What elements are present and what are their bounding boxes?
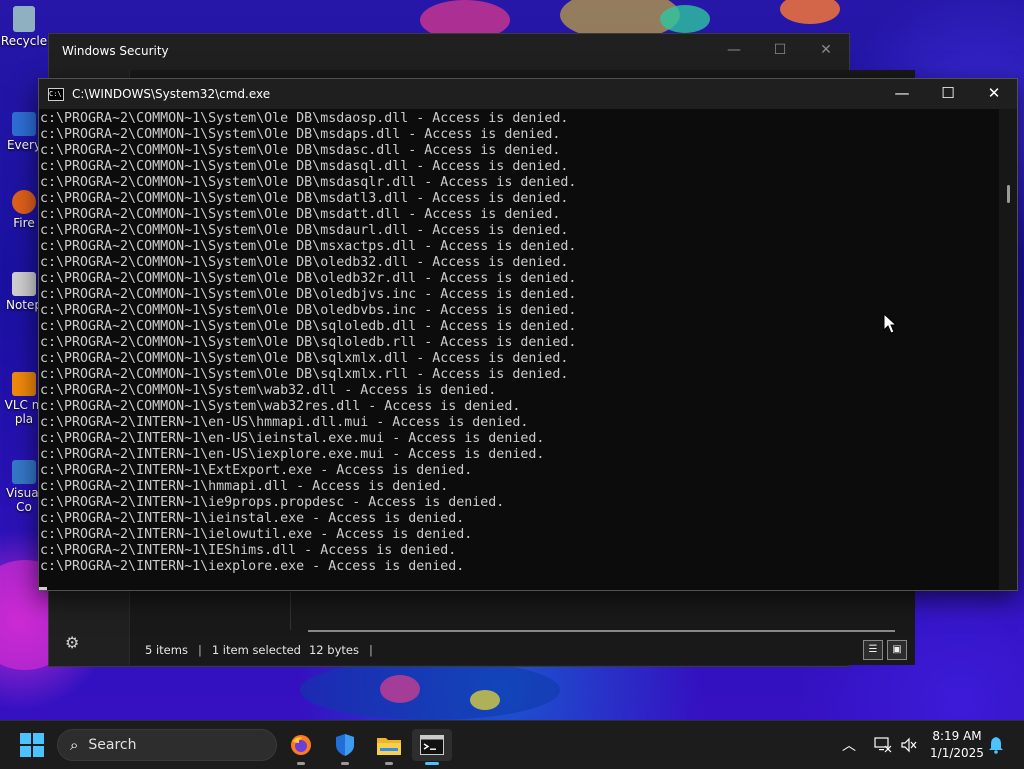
recycle-bin-icon	[13, 6, 35, 32]
console-line: c:\PROGRA~2\COMMON~1\System\Ole DB\msdas…	[40, 143, 561, 158]
windows-logo-icon	[20, 733, 31, 744]
wallpaper-splash	[470, 690, 500, 710]
tiles-view-button[interactable]: ▣	[887, 640, 907, 660]
cursor-underline	[39, 587, 47, 590]
chevron-up-icon: ︿	[842, 738, 856, 754]
cmd-titlebar[interactable]: C:\ C:\WINDOWS\System32\cmd.exe — ☐ ✕	[39, 79, 1017, 109]
cmd-window-title: C:\WINDOWS\System32\cmd.exe	[72, 87, 271, 101]
console-line: c:\PROGRA~2\INTERN~1\ielowutil.exe - Acc…	[40, 527, 473, 542]
console-line: c:\PROGRA~2\COMMON~1\System\Ole DB\msxac…	[40, 239, 577, 254]
taskbar-command-prompt[interactable]	[412, 729, 452, 765]
taskbar-file-explorer[interactable]	[369, 729, 409, 765]
search-icon: ⌕	[70, 736, 79, 754]
cmd-app-icon: C:\	[48, 87, 64, 101]
wallpaper-splash	[300, 660, 560, 720]
horizontal-scrollbar[interactable]	[308, 630, 895, 632]
clock-time: 8:19 AM	[932, 729, 982, 743]
terminal-icon	[420, 735, 444, 755]
console-line: c:\PROGRA~2\INTERN~1\ie9props.propdesc -…	[40, 495, 505, 510]
console-line: c:\PROGRA~2\COMMON~1\System\Ole DB\sqlxm…	[40, 351, 569, 366]
firefox-icon	[291, 735, 311, 755]
minimize-button[interactable]: —	[711, 34, 757, 68]
status-item-count: 5 items	[145, 643, 188, 657]
console-line: c:\PROGRA~2\COMMON~1\System\Ole DB\sqlol…	[40, 319, 577, 334]
network-icon	[874, 737, 892, 753]
running-indicator	[297, 762, 305, 765]
status-separator: |	[368, 643, 373, 657]
pane-divider	[290, 590, 291, 630]
running-indicator	[385, 762, 393, 765]
console-line: c:\PROGRA~2\COMMON~1\System\Ole DB\oledb…	[40, 287, 577, 302]
console-line: c:\PROGRA~2\COMMON~1\System\Ole DB\msdat…	[40, 207, 561, 222]
details-view-button[interactable]: ☰	[863, 640, 883, 660]
status-separator: |	[197, 643, 202, 657]
status-size: 12 bytes	[308, 643, 359, 657]
console-line: c:\PROGRA~2\COMMON~1\System\Ole DB\sqlxm…	[40, 367, 569, 382]
console-line: c:\PROGRA~2\COMMON~1\System\Ole DB\msdap…	[40, 127, 561, 142]
start-button[interactable]	[20, 733, 44, 757]
console-line: c:\PROGRA~2\INTERN~1\hmmapi.dll - Access…	[40, 479, 449, 494]
console-line: c:\PROGRA~2\COMMON~1\System\Ole DB\oledb…	[40, 271, 577, 286]
vertical-scrollbar[interactable]	[999, 109, 1017, 590]
volume-status[interactable]	[900, 721, 918, 769]
console-line: c:\PROGRA~2\INTERN~1\en-US\hmmapi.dll.mu…	[40, 415, 529, 430]
status-bar: 5 items | 1 item selected 12 bytes |	[130, 635, 915, 665]
running-indicator	[425, 762, 439, 765]
windows-security-icon	[336, 734, 354, 756]
gear-icon[interactable]: ⚙	[65, 633, 79, 652]
console-line: c:\PROGRA~2\COMMON~1\System\Ole DB\msdas…	[40, 159, 569, 174]
console-line: c:\PROGRA~2\INTERN~1\IEShims.dll - Acces…	[40, 543, 457, 558]
console-output[interactable]: c:\PROGRA~2\COMMON~1\System\Ole DB\msdao…	[39, 109, 999, 590]
wallpaper-splash	[780, 0, 840, 24]
show-hidden-icons-button[interactable]: ︿	[842, 721, 856, 769]
taskbar: ⌕ Search ︿ 8:19 AM 1/1/2025	[0, 720, 1024, 769]
bell-icon	[989, 737, 1003, 754]
network-status[interactable]	[874, 721, 892, 769]
firefox-icon	[12, 190, 36, 214]
maximize-button[interactable]: ☐	[757, 34, 803, 68]
console-line: c:\PROGRA~2\COMMON~1\System\Ole DB\msdas…	[40, 175, 577, 190]
console-line: c:\PROGRA~2\COMMON~1\System\wab32.dll - …	[40, 383, 497, 398]
taskbar-clock[interactable]: 8:19 AM 1/1/2025	[925, 728, 989, 762]
console-line: c:\PROGRA~2\INTERN~1\ExtExport.exe - Acc…	[40, 463, 473, 478]
console-line: c:\PROGRA~2\INTERN~1\iexplore.exe - Acce…	[40, 559, 465, 574]
cmd-window[interactable]: C:\ C:\WINDOWS\System32\cmd.exe — ☐ ✕ c:…	[38, 78, 1018, 591]
status-selection: 1 item selected	[211, 643, 301, 657]
search-label: Search	[88, 737, 137, 753]
vlc-icon	[12, 372, 36, 396]
wallpaper-splash	[380, 675, 420, 703]
desktop-icon-label: Recycle	[0, 34, 48, 48]
running-indicator	[341, 762, 349, 765]
everything-icon	[12, 112, 36, 136]
console-line: c:\PROGRA~2\COMMON~1\System\Ole DB\msdat…	[40, 191, 569, 206]
taskbar-firefox[interactable]	[281, 729, 321, 765]
scrollbar-thumb[interactable]	[1007, 185, 1010, 203]
console-line: c:\PROGRA~2\COMMON~1\System\Ole DB\oledb…	[40, 255, 569, 270]
close-button[interactable]: ✕	[803, 34, 849, 68]
notepad-icon	[12, 272, 36, 296]
console-line: c:\PROGRA~2\COMMON~1\System\wab32res.dll…	[40, 399, 521, 414]
file-explorer-icon	[377, 738, 401, 755]
console-line: c:\PROGRA~2\COMMON~1\System\Ole DB\sqlol…	[40, 335, 577, 350]
vscode-icon	[12, 460, 36, 484]
console-line: c:\PROGRA~2\INTERN~1\en-US\ieinstal.exe.…	[40, 431, 545, 446]
console-line: c:\PROGRA~2\INTERN~1\en-US\iexplore.exe.…	[40, 447, 545, 462]
taskbar-search-box[interactable]: ⌕ Search	[57, 729, 277, 761]
wallpaper-splash	[660, 5, 710, 33]
console-line: c:\PROGRA~2\COMMON~1\System\Ole DB\msdau…	[40, 223, 569, 238]
mouse-cursor-icon	[883, 313, 897, 334]
clock-date: 1/1/2025	[930, 746, 984, 760]
speaker-muted-icon	[901, 737, 917, 753]
taskbar-windows-security[interactable]	[325, 729, 365, 765]
console-line: c:\PROGRA~2\COMMON~1\System\Ole DB\oledb…	[40, 303, 577, 318]
notifications-button[interactable]	[988, 721, 1004, 769]
maximize-button[interactable]: ☐	[925, 79, 971, 109]
desktop-icon-recycle-bin[interactable]: Recycle	[0, 6, 48, 48]
console-line: c:\PROGRA~2\INTERN~1\ieinstal.exe - Acce…	[40, 511, 465, 526]
close-button[interactable]: ✕	[971, 79, 1017, 109]
minimize-button[interactable]: —	[879, 79, 925, 109]
console-line: c:\PROGRA~2\COMMON~1\System\Ole DB\msdao…	[40, 111, 569, 126]
